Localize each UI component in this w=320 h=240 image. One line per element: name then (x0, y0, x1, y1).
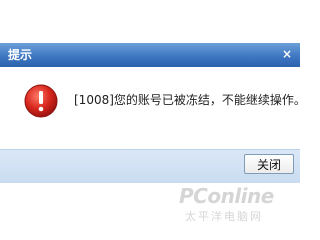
error-exclamation-icon (24, 84, 58, 118)
dialog-body: [1008]您的账号已被冻结，不能继续操作。 (0, 67, 306, 149)
dialog-title: 提示 (8, 48, 33, 62)
close-button[interactable]: 关闭 (244, 154, 294, 174)
error-message: [1008]您的账号已被冻结，不能继续操作。 (74, 93, 306, 107)
watermark-main: PConline (179, 184, 274, 208)
dialog-title-bar: 提示 × (0, 43, 300, 67)
watermark-sub: 太平洋电脑网 (185, 210, 263, 223)
watermark-logo: PConline 太平洋电脑网 (175, 184, 295, 224)
dialog-footer: 关闭 (0, 149, 300, 183)
close-icon[interactable]: × (282, 46, 292, 62)
